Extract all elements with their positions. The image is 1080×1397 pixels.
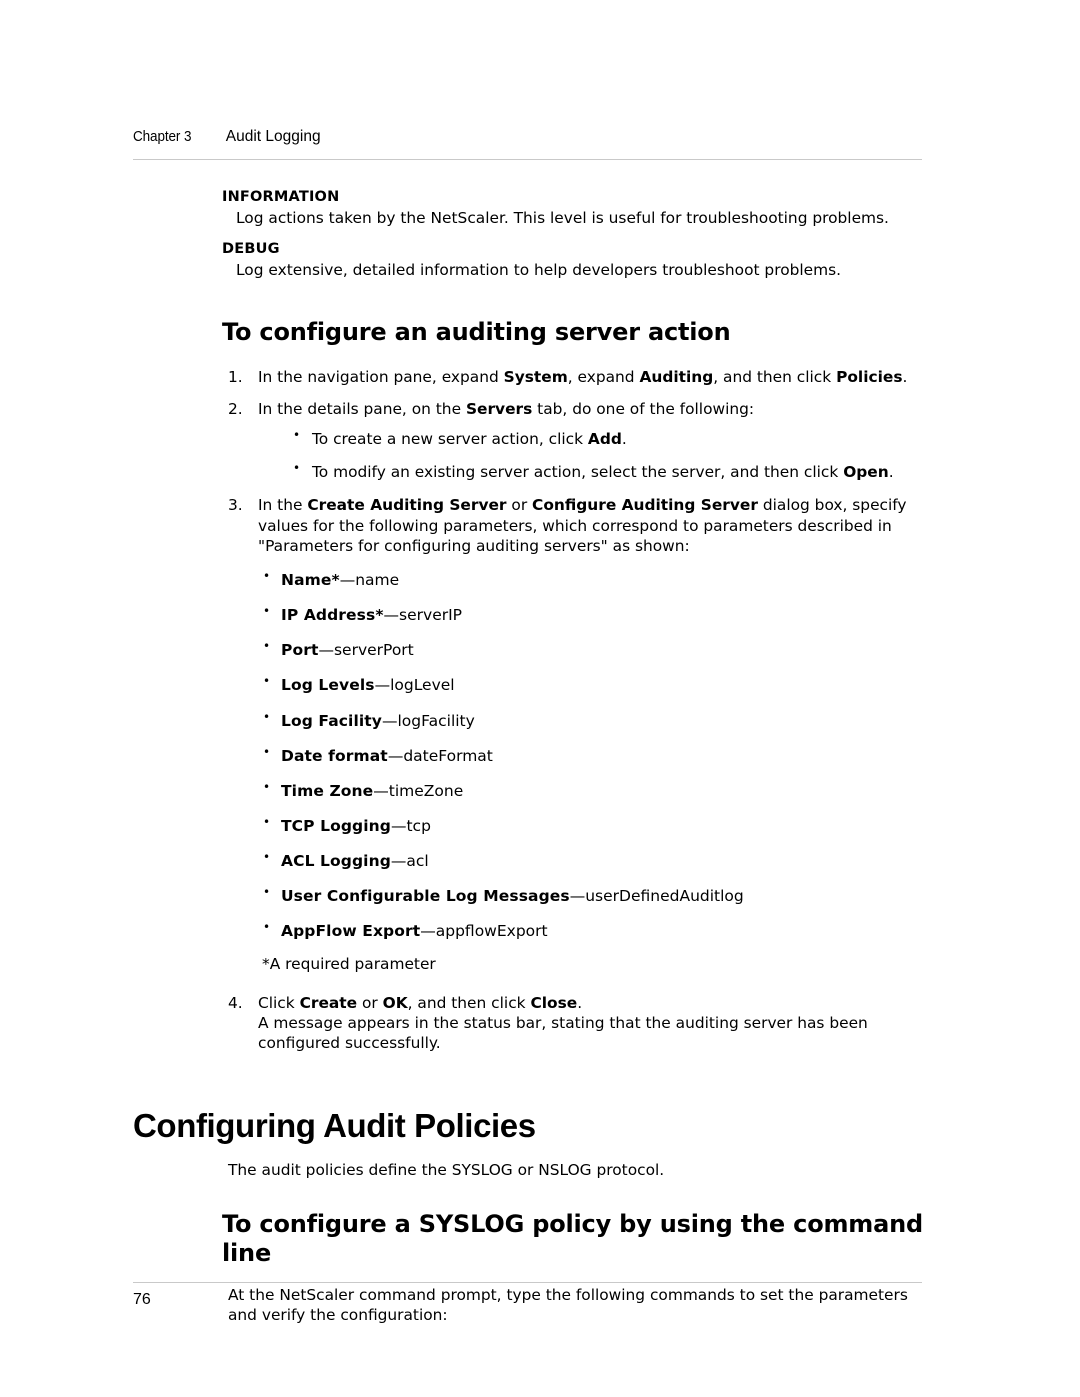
step2-bullet1-text-b: . xyxy=(621,430,627,449)
param-name: Log Facility xyxy=(281,711,382,730)
step-text-4: Click Create or OK, and then click Close… xyxy=(258,993,933,1013)
step1-text-c: , and then click xyxy=(713,368,837,387)
step3-bold-configure-auditing-server: Configure Auditing Server xyxy=(532,496,758,515)
required-parameter-footnote: *A required parameter xyxy=(262,955,436,974)
step3-text-b: or xyxy=(506,496,533,515)
parameter-list: Name*—name IP Address*—serverIP Port—ser… xyxy=(262,569,933,942)
list-item: Log Levels—logLevel xyxy=(262,674,933,695)
chapter-title: Audit Logging xyxy=(225,128,321,145)
step1-text-d: . xyxy=(902,368,908,387)
param-value: —serverPort xyxy=(318,641,414,660)
step-number-2: 2. xyxy=(228,399,243,418)
step-number-1: 1. xyxy=(228,368,243,387)
section-intro-paragraph: The audit policies define the SYSLOG or … xyxy=(228,1160,665,1179)
page-number: 76 xyxy=(133,1291,151,1308)
page-content: INFORMATION Log actions taken by the Net… xyxy=(133,188,933,1326)
step2-bullet1-text-a: To create a new server action, click xyxy=(312,430,588,449)
step4-text-b: or xyxy=(357,993,383,1012)
param-name: Log Levels xyxy=(281,676,375,695)
step-item-1: 1. In the navigation pane, expand System… xyxy=(228,367,933,387)
param-name: Name* xyxy=(281,570,340,589)
param-name: ACL Logging xyxy=(281,852,391,871)
param-value: —acl xyxy=(390,852,429,871)
step2-bullet-list: To create a new server action, click Add… xyxy=(292,428,933,482)
param-value: —tcp xyxy=(390,816,431,835)
param-name: IP Address* xyxy=(281,606,384,625)
log-level-definitions: INFORMATION Log actions taken by the Net… xyxy=(133,188,933,281)
log-level-desc-debug: Log extensive, detailed information to h… xyxy=(236,260,842,279)
footer-divider xyxy=(133,1282,922,1283)
step2-text-b: tab, do one of the following: xyxy=(532,399,755,418)
step1-text-a: In the navigation pane, expand xyxy=(258,368,504,387)
param-value: —serverIP xyxy=(383,606,463,625)
param-value: —appflowExport xyxy=(420,922,548,941)
chapter-label: Chapter 3 xyxy=(133,129,192,145)
list-item: Date format—dateFormat xyxy=(262,745,933,766)
procedure-steps-continued: 4. Click Create or OK, and then click Cl… xyxy=(228,993,933,1054)
step-text-2: In the details pane, on the Servers tab,… xyxy=(258,399,933,419)
param-name: Date format xyxy=(281,746,388,765)
step4-followup-text: A message appears in the status bar, sta… xyxy=(258,1013,868,1053)
param-value: —userDefinedAuditlog xyxy=(569,887,744,906)
param-name: TCP Logging xyxy=(281,816,391,835)
list-item: AppFlow Export—appflowExport xyxy=(262,920,933,941)
step1-bold-auditing: Auditing xyxy=(639,368,714,387)
list-item: To modify an existing server action, sel… xyxy=(292,461,933,482)
step-item-2: 2. In the details pane, on the Servers t… xyxy=(228,399,933,483)
list-item: Time Zone—timeZone xyxy=(262,780,933,801)
section-heading: Configuring Audit Policies xyxy=(133,1106,536,1144)
section-paragraph: At the NetScaler command prompt, type th… xyxy=(228,1285,908,1325)
step1-text-b: , expand xyxy=(567,368,640,387)
param-value: —logLevel xyxy=(374,676,455,695)
list-item: ACL Logging—acl xyxy=(262,850,933,871)
list-item: IP Address*—serverIP xyxy=(262,604,933,625)
procedure-heading: To configure an auditing server action xyxy=(222,317,731,346)
procedure-steps: 1. In the navigation pane, expand System… xyxy=(228,367,933,556)
list-item: Name*—name xyxy=(262,569,933,590)
param-name: Port xyxy=(281,641,319,660)
param-name: Time Zone xyxy=(281,781,374,800)
param-value: —logFacility xyxy=(382,711,475,730)
step-text-3: In the Create Auditing Server or Configu… xyxy=(258,495,933,556)
document-page: Chapter 3 Audit Logging INFORMATION Log … xyxy=(0,0,1080,1397)
param-name: User Configurable Log Messages xyxy=(281,887,570,906)
step4-text-c: , and then click xyxy=(407,993,531,1012)
param-value: —dateFormat xyxy=(387,746,493,765)
step4-bold-close: Close xyxy=(530,993,578,1012)
step2-bullet2-text-a: To modify an existing server action, sel… xyxy=(312,463,844,482)
step-number-3: 3. xyxy=(228,496,243,515)
step4-bold-ok: OK xyxy=(382,993,408,1012)
step1-bold-policies: Policies xyxy=(836,368,903,387)
list-item: Port—serverPort xyxy=(262,639,933,660)
step2-bold-servers: Servers xyxy=(465,399,533,418)
list-item: TCP Logging—tcp xyxy=(262,815,933,836)
list-item: Log Facility—logFacility xyxy=(262,709,933,731)
step3-text-a: In the xyxy=(258,496,308,515)
step4-text-a: Click xyxy=(258,993,300,1012)
step4-bold-create: Create xyxy=(299,993,358,1012)
step3-bold-create-auditing-server: Create Auditing Server xyxy=(307,496,507,515)
step4-text-d: . xyxy=(577,993,583,1012)
step-text-1: In the navigation pane, expand System, e… xyxy=(258,367,933,387)
running-header: Chapter 3 Audit Logging xyxy=(133,128,922,146)
step-item-4: 4. Click Create or OK, and then click Cl… xyxy=(228,993,933,1054)
log-level-term-information: INFORMATION xyxy=(222,189,340,205)
step-number-4: 4. xyxy=(228,993,243,1012)
step2-text-a: In the details pane, on the xyxy=(258,399,466,418)
step2-bullet2-bold-open: Open xyxy=(843,463,889,482)
step-item-3: 3. In the Create Auditing Server or Conf… xyxy=(228,495,933,556)
section-subheading: To configure a SYSLOG policy by using th… xyxy=(222,1210,923,1267)
log-level-desc-information: Log actions taken by the NetScaler. This… xyxy=(236,209,889,228)
step1-bold-system: System xyxy=(503,368,568,387)
param-value: —name xyxy=(339,570,400,589)
list-item: To create a new server action, click Add… xyxy=(292,428,933,449)
list-item: User Configurable Log Messages—userDefin… xyxy=(262,885,933,906)
param-name: AppFlow Export xyxy=(281,922,421,941)
log-level-term-debug: DEBUG xyxy=(222,240,280,257)
header-divider xyxy=(133,159,922,160)
param-value: —timeZone xyxy=(373,781,464,800)
step2-bullet2-text-b: . xyxy=(888,463,894,482)
step2-bullet1-bold-add: Add xyxy=(587,430,622,449)
